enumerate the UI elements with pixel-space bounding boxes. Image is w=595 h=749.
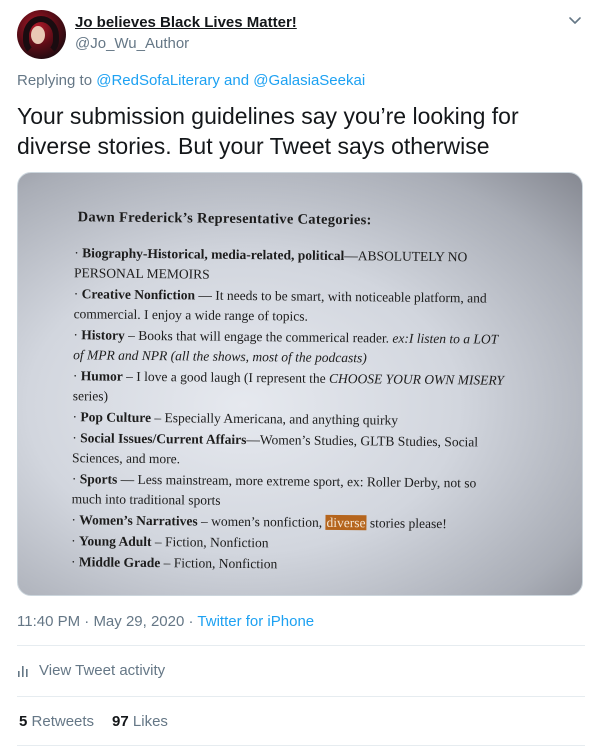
mention-and[interactable]: and bbox=[224, 72, 249, 89]
retweets-count: 5 bbox=[19, 713, 28, 730]
document-title: Dawn Frederick’s Representative Categori… bbox=[77, 209, 372, 229]
document-photo: Dawn Frederick’s Representative Categori… bbox=[49, 181, 578, 595]
category-desc: – women’s nonfiction, bbox=[197, 513, 326, 530]
category-line: · Social Issues/Current Affairs—Women’s … bbox=[72, 430, 479, 450]
category-desc: – Fiction, Nonfiction bbox=[151, 534, 269, 551]
category-desc: commercial. I enjoy a wide range of topi… bbox=[73, 306, 308, 324]
category-label: Women’s Narratives bbox=[79, 512, 198, 529]
divider bbox=[17, 645, 585, 646]
category-desc: series) bbox=[72, 388, 109, 404]
author-handle[interactable]: @Jo_Wu_Author bbox=[75, 35, 189, 52]
retweets-label: Retweets bbox=[31, 713, 95, 730]
view-tweet-activity-label: View Tweet activity bbox=[39, 662, 166, 679]
category-label: Young Adult bbox=[79, 533, 152, 550]
mention-link[interactable]: @GalasiaSeekai bbox=[253, 72, 365, 89]
tweet-source-link[interactable]: Twitter for iPhone bbox=[197, 613, 314, 630]
category-desc: – I love a good laugh (I represent the bbox=[122, 368, 330, 386]
category-desc: – Especially Americana, and anything qui… bbox=[150, 410, 399, 428]
retweets-stat[interactable]: 5 Retweets bbox=[19, 713, 94, 730]
category-desc: stories please! bbox=[366, 515, 447, 532]
category-line: commercial. I enjoy a wide range of topi… bbox=[74, 306, 308, 324]
category-desc: Sciences, and more. bbox=[72, 450, 181, 467]
category-line: PERSONAL MEMOIRS bbox=[74, 265, 210, 282]
category-desc: —ABSOLUTELY NO bbox=[344, 248, 468, 265]
view-tweet-activity-button[interactable]: View Tweet activity bbox=[17, 662, 165, 679]
category-line: Sciences, and more. bbox=[72, 450, 180, 467]
category-label: Pop Culture bbox=[80, 409, 152, 426]
divider bbox=[17, 745, 585, 746]
category-label: Biography-Historical, media-related, pol… bbox=[82, 245, 345, 264]
category-desc: PERSONAL MEMOIRS bbox=[73, 265, 210, 282]
category-desc-italic: of MPR and NPR (all the shows, most of t… bbox=[73, 347, 367, 366]
category-label: History bbox=[81, 327, 125, 343]
category-line: · Creative Nonfiction — It needs to be s… bbox=[73, 286, 487, 306]
category-label: Creative Nonfiction bbox=[81, 286, 196, 303]
category-desc: much into traditional sports bbox=[71, 491, 221, 508]
likes-label: Likes bbox=[132, 713, 168, 730]
category-line: · Pop Culture – Especially Americana, an… bbox=[72, 409, 399, 428]
avatar-face bbox=[31, 26, 45, 44]
meta-separator: · bbox=[84, 613, 90, 630]
tweet-meta: 11:40 PM · May 29, 2020 · Twitter for iP… bbox=[17, 613, 314, 630]
category-line: · History – Books that will engage the c… bbox=[73, 327, 499, 347]
category-line: of MPR and NPR (all the shows, most of t… bbox=[73, 347, 367, 366]
category-line: · Women’s Narratives – women’s nonfictio… bbox=[71, 512, 447, 532]
likes-count: 97 bbox=[112, 713, 129, 730]
divider bbox=[17, 696, 585, 697]
bar-chart-icon bbox=[18, 665, 28, 677]
highlighted-word: diverse bbox=[325, 514, 367, 531]
category-desc-italic: CHOOSE YOUR OWN MISERY bbox=[328, 370, 504, 388]
tweet-stats: 5 Retweets 97 Likes bbox=[19, 713, 168, 730]
category-line: · Biography-Historical, media-related, p… bbox=[74, 245, 468, 265]
category-line: · Sports — Less mainstream, more extreme… bbox=[71, 471, 477, 491]
category-line: · Humor – I love a good laugh (I represe… bbox=[72, 368, 504, 388]
category-desc: —Women’s Studies, GLTB Studies, Social bbox=[246, 432, 479, 450]
tweet-time[interactable]: 11:40 PM bbox=[17, 613, 80, 630]
chevron-down-icon[interactable] bbox=[567, 12, 583, 28]
tweet-header: Jo believes Black Lives Matter! @Jo_Wu_A… bbox=[17, 10, 587, 62]
meta-separator: · bbox=[188, 613, 194, 630]
replying-to-prefix: Replying to bbox=[17, 72, 93, 89]
category-line: · Young Adult – Fiction, Nonfiction bbox=[71, 533, 269, 551]
mention-link[interactable]: @RedSofaLiterary bbox=[96, 72, 220, 89]
avatar[interactable] bbox=[17, 10, 66, 59]
category-desc: – Fiction, Nonfiction bbox=[160, 555, 278, 572]
category-line: much into traditional sports bbox=[72, 491, 221, 509]
category-desc-italic: ex:I listen to a LOT bbox=[392, 330, 499, 347]
category-desc: – Books that will engage the commerical … bbox=[124, 327, 393, 346]
category-label: Humor bbox=[80, 368, 123, 384]
tweet-text: Your submission guidelines say you’re lo… bbox=[17, 103, 519, 159]
author-display-name[interactable]: Jo believes Black Lives Matter! bbox=[75, 14, 297, 31]
category-desc: — It needs to be smart, with noticeable … bbox=[194, 287, 487, 306]
likes-stat[interactable]: 97 Likes bbox=[112, 713, 168, 730]
category-label: Sports bbox=[79, 471, 118, 487]
replying-to: Replying to @RedSofaLiterary and @Galasi… bbox=[17, 72, 365, 89]
category-label: Middle Grade bbox=[78, 554, 161, 571]
tweet-image[interactable]: Dawn Frederick’s Representative Categori… bbox=[17, 172, 583, 596]
tweet-date[interactable]: May 29, 2020 bbox=[93, 613, 184, 630]
category-label: Social Issues/Current Affairs bbox=[80, 430, 247, 448]
category-line: · Middle Grade – Fiction, Nonfiction bbox=[70, 554, 278, 572]
category-line: series) bbox=[73, 388, 108, 404]
category-desc: — Less mainstream, more extreme sport, e… bbox=[117, 471, 477, 491]
